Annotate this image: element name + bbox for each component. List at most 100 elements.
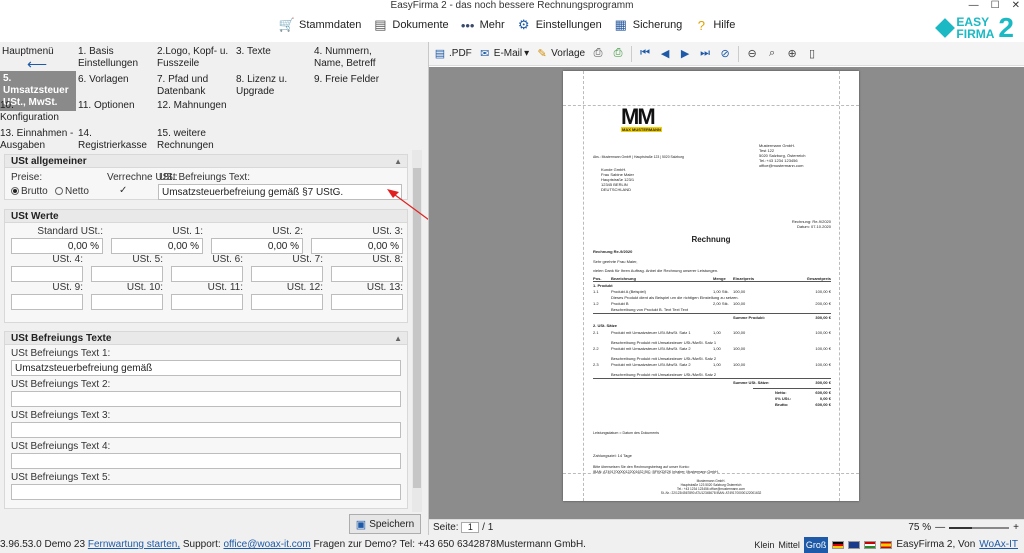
radio-netto[interactable]: Netto (55, 186, 89, 197)
email-button[interactable]: ✉ E-Mail ▾ (478, 47, 529, 61)
menu-item-10[interactable]: 10. Konfiguration (0, 100, 74, 124)
uk-flag-icon[interactable] (848, 541, 861, 549)
menu-item-11[interactable]: 11. Optionen (78, 100, 152, 112)
ust-field-input-5[interactable] (91, 266, 163, 282)
size-medium-button[interactable]: Mittel (778, 537, 800, 553)
support-email-link[interactable]: office@woax-it.com (223, 539, 310, 550)
ust-field-input-7[interactable] (251, 266, 323, 282)
menu-item-8[interactable]: 8. Lizenz u. Upgrade (236, 74, 310, 98)
befreiung-text-input-2[interactable] (11, 391, 401, 407)
spanish-flag-icon[interactable] (880, 541, 893, 549)
verrechne-checkbox[interactable]: ✓ (119, 185, 127, 196)
menu-home[interactable]: Hauptmenü ⟵ (2, 46, 72, 71)
group-title-text: USt Befreiungs Texte (11, 333, 112, 344)
ust-field-input-0[interactable]: 0,00 % (11, 238, 103, 254)
ust-field-input-8[interactable] (331, 266, 403, 282)
toolbar-sicherung-button[interactable]: ▦ Sicherung (612, 16, 683, 34)
save-icon: ▣ (355, 518, 367, 531)
row-name: Produkt A (Beispiel) (611, 289, 646, 294)
befreiung-text-label: USt Befreiungs Text 1: (11, 348, 111, 359)
remote-support-link[interactable]: Fernwartung starten, (88, 539, 180, 550)
ust-field-input-4[interactable] (11, 266, 83, 282)
last-page-icon[interactable]: ⏭ (698, 47, 712, 61)
first-page-icon[interactable]: ⏮ (638, 47, 652, 61)
menu-item-15[interactable]: 15. weitere Rechnungen (157, 128, 231, 152)
vendor-link[interactable]: WoAx-IT (979, 537, 1018, 553)
zoom-slider[interactable] (949, 527, 1010, 529)
close-button[interactable]: ✕ (1012, 0, 1020, 12)
toolbar-stammdaten-button[interactable]: 🛒 Stammdaten (278, 16, 361, 34)
previous-page-icon[interactable]: ◀ (658, 47, 672, 61)
toolbar-einstellungen-button[interactable]: ⚙ Einstellungen (515, 16, 602, 34)
row-price: 100,00 (733, 289, 746, 294)
print-settings-icon[interactable]: ⎙ (611, 47, 625, 61)
size-small-button[interactable]: Klein (754, 537, 774, 553)
minimize-button[interactable]: — (969, 0, 979, 12)
print-icon[interactable]: ⎙ (591, 47, 605, 61)
row-pos: 2.3 (593, 362, 599, 367)
ust-field-input-10[interactable] (91, 294, 163, 310)
page-setup-icon[interactable]: ▯ (805, 47, 819, 61)
ust-field-label: USt. 4: (52, 254, 83, 265)
zoom-in-icon[interactable]: ⊕ (785, 47, 799, 61)
group-ust-werte: USt Werte Standard USt.: 0,00 % USt. 1: 0,0… (4, 209, 408, 323)
collapse-icon[interactable]: ▲ (394, 155, 402, 168)
ust-field-input-11[interactable] (171, 294, 243, 310)
zoom-icon[interactable]: ⌕ (765, 47, 779, 61)
menu-item-13[interactable]: 13. Einnahmen - Ausgaben (0, 128, 74, 152)
row-name: Dieses Produkt dient als Beispiel um die… (611, 295, 739, 300)
menu-item-4[interactable]: 4. Nummern, Name, Betreff (314, 46, 388, 70)
row-description: Beschreibung Produkt mit Umsatzsteuer US… (611, 372, 717, 377)
befreiung-text-input[interactable]: Umsatzsteuerbefreiung gemäß §7 UStG. (158, 184, 402, 200)
toolbar-hilfe-button[interactable]: ? Hilfe (692, 16, 736, 34)
zoom-control: 75 % — + (908, 520, 1019, 536)
zoom-value: 75 % (908, 522, 932, 533)
maximize-button[interactable]: ☐ (991, 0, 1000, 12)
collapse-icon[interactable]: ▲ (394, 332, 402, 345)
zoom-out-icon[interactable]: ⊖ (745, 47, 759, 61)
invoice-page: MM MAX MUSTERMANN Abs.: Mustermann GmbH … (563, 71, 859, 501)
menu-item-9[interactable]: 9. Freie Felder (314, 74, 388, 86)
ust-field-input-12[interactable] (251, 294, 323, 310)
row-pos: 1.2 (593, 301, 599, 306)
save-button[interactable]: ▣ Speichern (349, 514, 421, 534)
menu-item-7[interactable]: 7. Pfad und Datenbank (157, 74, 231, 98)
radio-brutto-icon (11, 187, 19, 196)
page-number-input[interactable]: 1 (461, 521, 480, 533)
meta-line: Datum: 07.10.2020 (796, 224, 831, 229)
menu-item-6[interactable]: 6. Vorlagen (78, 74, 152, 86)
next-page-icon[interactable]: ▶ (678, 47, 692, 61)
menu-item-12[interactable]: 12. Mahnungen (157, 100, 231, 112)
section-rule (593, 313, 831, 314)
ust-field-input-2[interactable]: 0,00 % (211, 238, 303, 254)
menu-item-2[interactable]: 2.Logo, Kopf- u. Fusszeile (157, 46, 231, 70)
menu-item-14[interactable]: 14. Registrierkasse (78, 128, 152, 152)
invoice-meta: Rechnung: Re-9/2020 Datum: 07.10.2020 (792, 219, 831, 229)
status-bar: 3.96.53.0 Demo 23 Fernwartung starten, S… (0, 537, 1024, 553)
payment-term: Zahlungsziel: 14 Tage (593, 453, 632, 458)
radio-brutto-label: Brutto (21, 186, 48, 197)
navigate-icon[interactable]: ⊘ (718, 47, 732, 61)
befreiung-text-input-5[interactable] (11, 484, 401, 500)
hungarian-flag-icon[interactable] (864, 541, 877, 549)
toolbar-mehr-button[interactable]: ••• Mehr (459, 16, 505, 34)
ust-field-input-9[interactable] (11, 294, 83, 310)
menu-item-3[interactable]: 3. Texte (236, 46, 310, 58)
template-button[interactable]: ✎ Vorlage (535, 47, 586, 61)
export-pdf-button[interactable]: ▤ .PDF (433, 47, 472, 61)
easyfirma-logo: EASY FIRMA 2 (935, 14, 1014, 42)
befreiung-text-input-3[interactable] (11, 422, 401, 438)
ust-field-input-13[interactable] (331, 294, 403, 310)
zoom-plus-button[interactable]: + (1013, 520, 1019, 536)
toolbar-dokumente-button[interactable]: ▤ Dokumente (371, 16, 448, 34)
status-right: Klein Mittel Groß EasyFirma 2, Von WoAx-… (754, 537, 1018, 553)
zoom-minus-button[interactable]: — (935, 520, 945, 536)
radio-brutto[interactable]: Brutto (11, 186, 48, 197)
ust-field-input-1[interactable]: 0,00 % (111, 238, 203, 254)
menu-item-1[interactable]: 1. Basis Einstellungen (78, 46, 152, 70)
befreiung-text-input-4[interactable] (11, 453, 401, 469)
german-flag-icon[interactable] (832, 541, 845, 549)
befreiung-text-input-1[interactable]: Umsatzsteuerbefreiung gemäß (11, 360, 401, 376)
ust-field-input-6[interactable] (171, 266, 243, 282)
size-large-button[interactable]: Groß (803, 537, 829, 553)
